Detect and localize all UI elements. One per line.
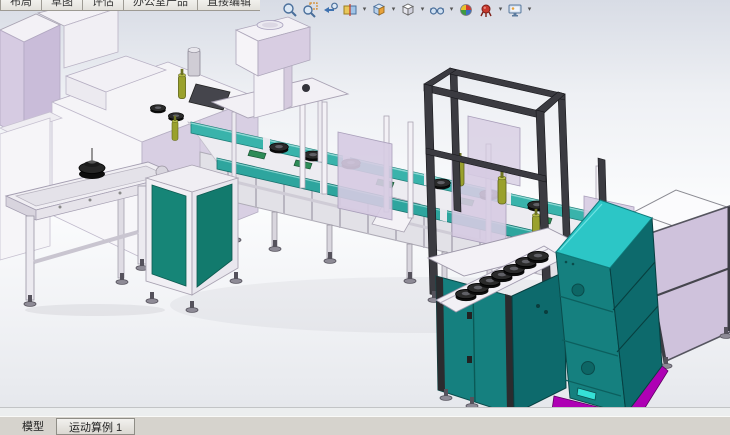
headsup-toolbar: ▾ ▾ ▾ ▾ ▾ ▾	[281, 0, 533, 20]
chevron-down-icon[interactable]: ▾	[390, 1, 397, 19]
chevron-down-icon[interactable]: ▾	[526, 1, 533, 19]
chevron-down-icon[interactable]: ▾	[448, 1, 455, 19]
zoom-to-area-icon[interactable]	[301, 1, 319, 19]
motion-study-tab[interactable]: 运动算例 1	[56, 418, 135, 435]
tab-bar-spacer	[0, 417, 14, 435]
cad-viewport[interactable]	[0, 0, 730, 435]
command-tab[interactable]: 草图	[41, 0, 83, 11]
model-tab[interactable]: 模型	[14, 417, 52, 435]
chevron-down-icon[interactable]: ▾	[497, 1, 504, 19]
command-tab-bar: 布局 草图 评估 办公室产品 直接编辑	[0, 0, 260, 11]
study-tab-bar: 模型 运动算例 1	[0, 416, 730, 435]
edit-appearance-icon[interactable]	[457, 1, 475, 19]
motor-cylinder	[188, 48, 200, 77]
command-tab[interactable]: 办公室产品	[123, 0, 198, 11]
hide-show-items-icon[interactable]	[428, 1, 446, 19]
zoom-to-fit-icon[interactable]	[281, 1, 299, 19]
display-style-icon[interactable]	[399, 1, 417, 19]
previous-view-icon[interactable]	[321, 1, 339, 19]
command-tab[interactable]: 布局	[0, 0, 42, 11]
command-tab[interactable]: 评估	[82, 0, 124, 11]
chevron-down-icon[interactable]: ▾	[419, 1, 426, 19]
view-settings-icon[interactable]	[506, 1, 524, 19]
view-orientation-icon[interactable]	[370, 1, 388, 19]
section-view-icon[interactable]	[341, 1, 359, 19]
command-tab[interactable]: 直接编辑	[197, 0, 260, 11]
chevron-down-icon[interactable]: ▾	[361, 1, 368, 19]
app-window: 布局 草图 评估 办公室产品 直接编辑 ▾ ▾ ▾ ▾	[0, 0, 730, 435]
apply-scene-icon[interactable]	[477, 1, 495, 19]
